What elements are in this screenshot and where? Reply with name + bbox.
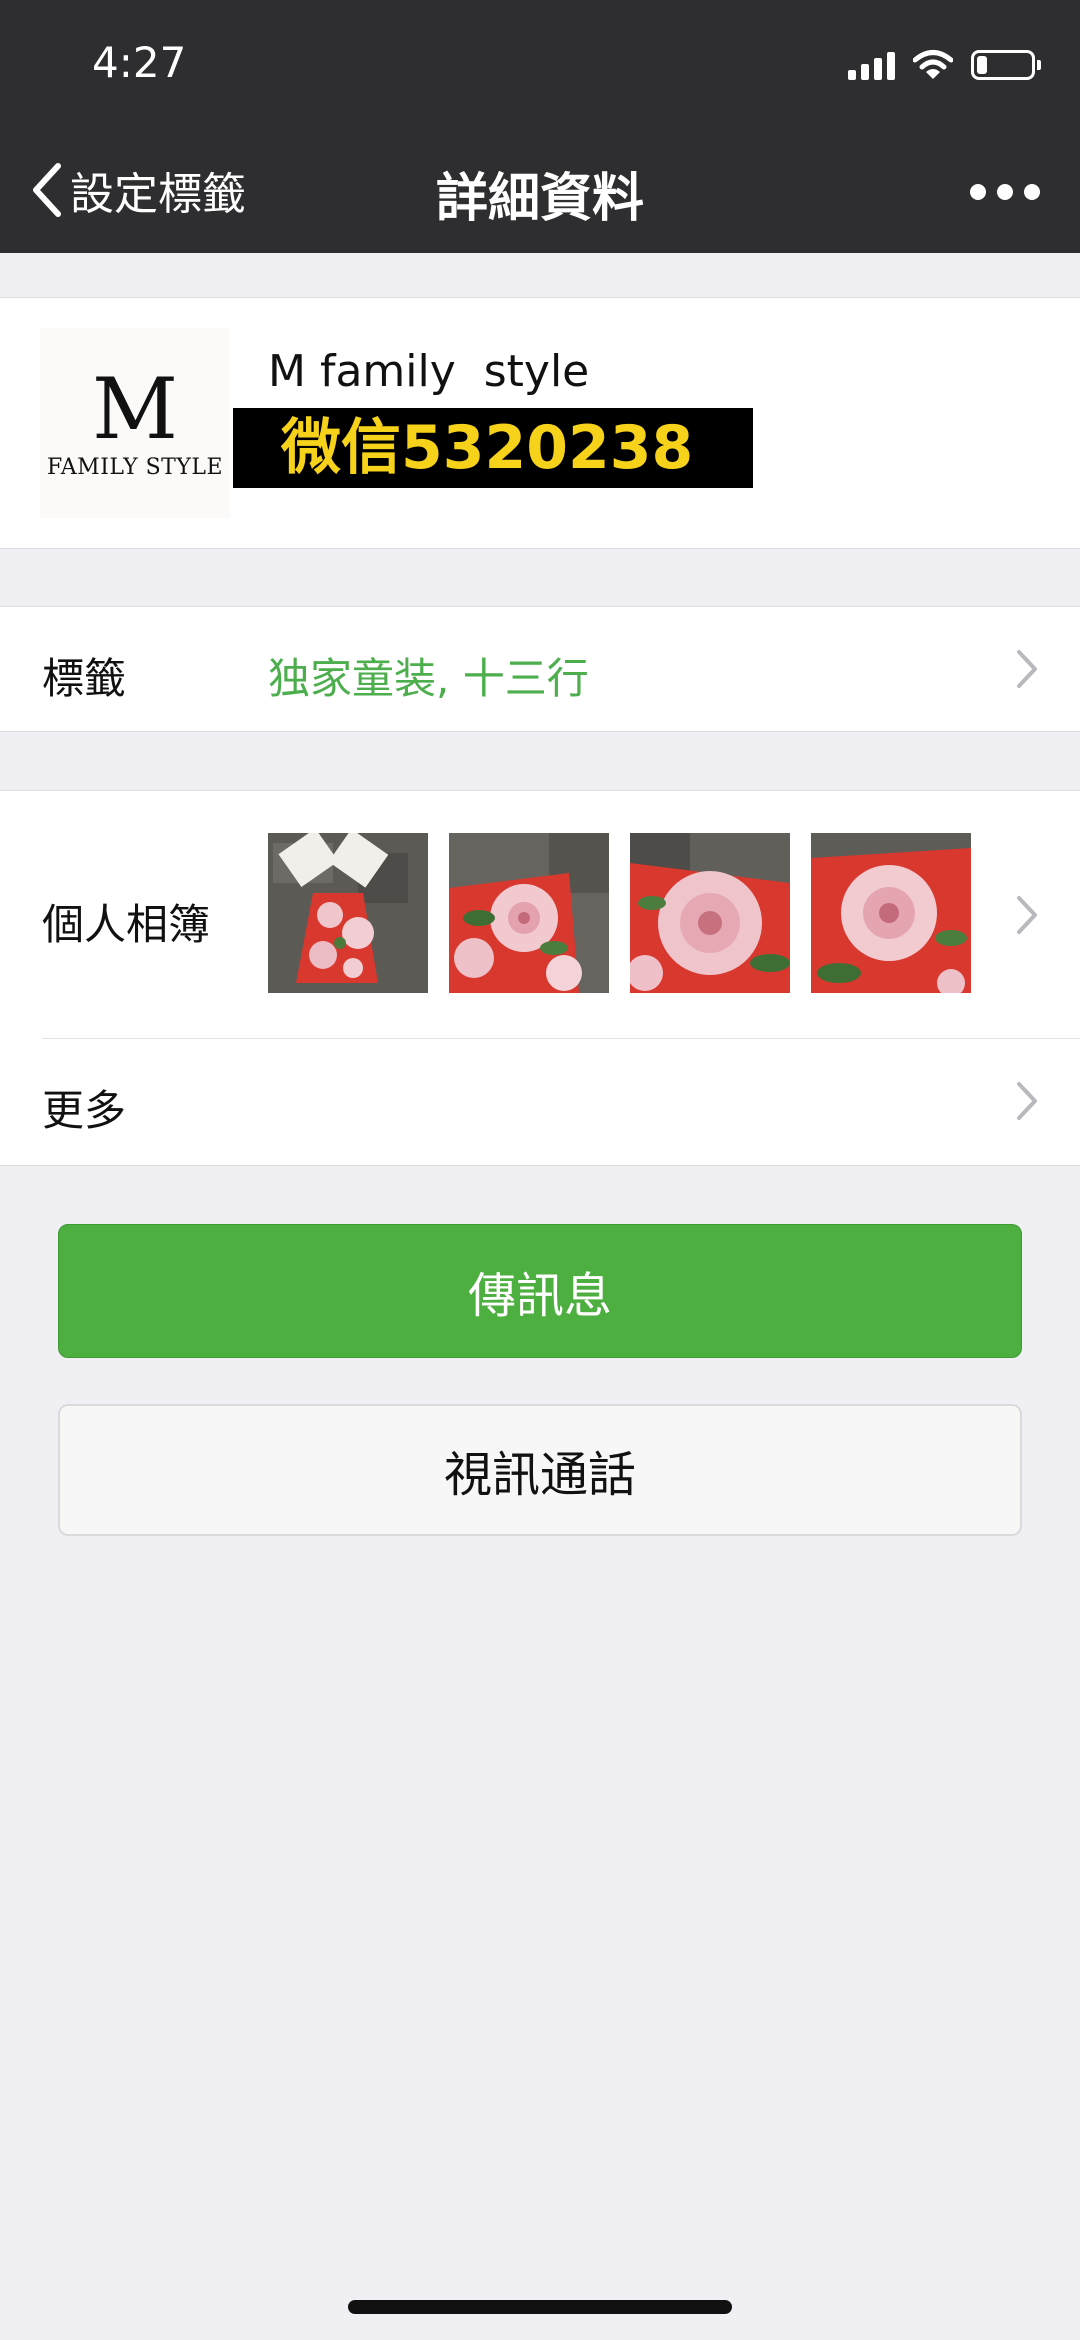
more-row[interactable]: 更多 — [0, 1039, 1080, 1165]
status-icons — [848, 45, 1041, 85]
album-row[interactable]: 個人相簿 — [0, 791, 1080, 1038]
video-call-button[interactable]: 視訊通話 — [58, 1404, 1022, 1536]
status-time: 4:27 — [92, 38, 187, 87]
album-photo-2[interactable] — [449, 833, 609, 993]
wifi-icon — [913, 50, 953, 79]
album-photo-4[interactable] — [811, 833, 971, 993]
tags-value: 独家童装, 十三行 — [268, 654, 589, 703]
tags-label: 標籤 — [42, 654, 127, 703]
signal-icon — [848, 50, 895, 80]
page-title: 詳細資料 — [435, 169, 644, 229]
profile-card: M FAMILY STYLE M family style 微信5320238 — [0, 297, 1080, 549]
tags-row[interactable]: 標籤 独家童装, 十三行 — [0, 606, 1080, 732]
chevron-right-icon — [1017, 896, 1037, 934]
album-thumbnails — [268, 833, 971, 993]
home-indicator[interactable] — [348, 2300, 732, 2314]
send-message-button[interactable]: 傳訊息 — [58, 1224, 1022, 1358]
top-bar: 4:27 設定標籤 詳細資料 — [0, 0, 1080, 253]
avatar-subtitle: FAMILY STYLE — [46, 454, 224, 480]
more-label: 更多 — [42, 1086, 127, 1135]
wechat-id-text: 微信5320238 — [281, 413, 694, 483]
wechat-id-overlay: 微信5320238 — [233, 408, 753, 488]
chevron-right-icon — [1017, 650, 1037, 688]
more-options-button[interactable] — [970, 170, 1040, 214]
profile-name: M family style — [268, 346, 590, 397]
album-photo-1[interactable] — [268, 833, 428, 993]
battery-icon — [971, 50, 1041, 80]
avatar[interactable]: M FAMILY STYLE — [40, 328, 230, 518]
album-label: 個人相簿 — [42, 900, 211, 949]
more-icon — [970, 184, 986, 200]
avatar-letter: M — [91, 359, 178, 458]
chevron-right-icon — [1017, 1082, 1037, 1120]
album-photo-3[interactable] — [630, 833, 790, 993]
album-section: 個人相簿 更多 — [0, 790, 1080, 1166]
